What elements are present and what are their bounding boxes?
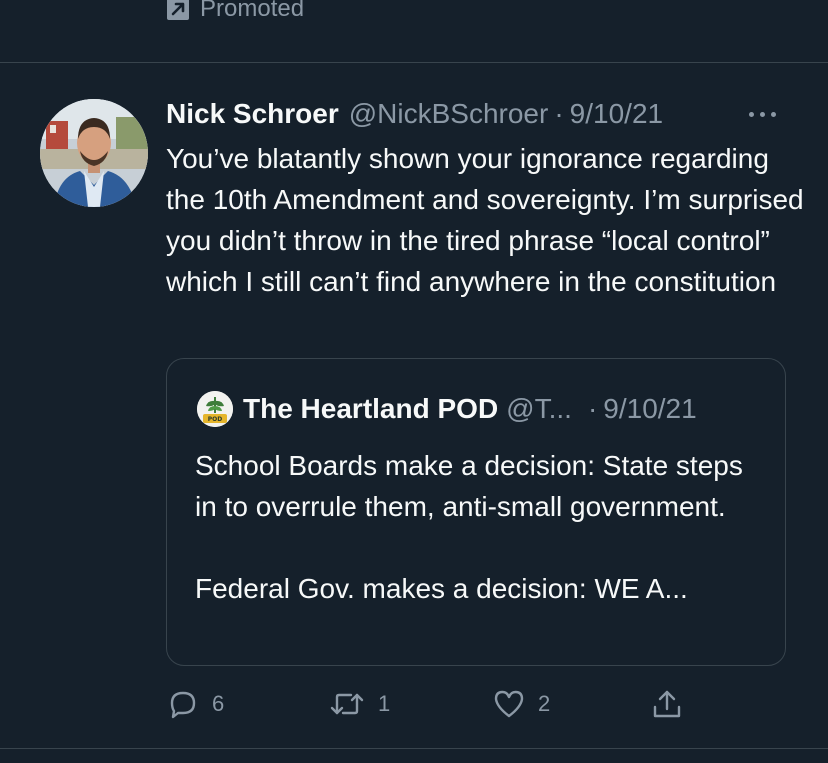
avatar[interactable]	[40, 99, 148, 207]
quoted-tweet[interactable]: POD The Heartland POD @T... · 9/10/21 Sc…	[166, 358, 786, 666]
quoted-tweet-date[interactable]: 9/10/21	[603, 393, 696, 425]
share-button[interactable]	[650, 684, 684, 724]
reply-count: 6	[212, 691, 225, 716]
heartland-pod-logo: POD	[197, 391, 233, 427]
svg-text:POD: POD	[208, 416, 222, 423]
quoted-tweet-header: POD The Heartland POD @T... · 9/10/21	[197, 389, 755, 429]
tweet-text: You’ve blatantly shown your ignorance re…	[166, 143, 804, 297]
tweet-header: Nick Schroer @NickBSchroer · 9/10/21	[166, 96, 788, 132]
promoted-text: Promoted	[200, 0, 305, 22]
quoted-author-handle[interactable]: @T...	[506, 393, 572, 425]
like-count: 2	[538, 691, 551, 716]
retweet-button[interactable]: 1	[328, 684, 390, 724]
retweet-count: 1	[378, 691, 391, 716]
quoted-tweet-text: School Boards make a decision: State ste…	[195, 445, 765, 609]
promoted-arrow-icon	[166, 0, 190, 21]
retweet-icon	[328, 687, 366, 721]
more-horizontal-icon[interactable]	[749, 96, 776, 132]
separator-dot: ·	[587, 393, 598, 424]
like-button[interactable]: 2	[492, 684, 550, 724]
divider	[0, 748, 828, 749]
quoted-text-line2: Federal Gov. makes a decision: WE A...	[195, 573, 688, 604]
divider	[0, 62, 828, 63]
separator-dot: ·	[554, 98, 564, 129]
tweet-actions: 6 1 2	[166, 684, 726, 724]
like-icon	[492, 687, 526, 721]
quoted-author-name[interactable]: The Heartland POD	[243, 393, 498, 425]
quoted-text-line1: School Boards make a decision: State ste…	[195, 450, 743, 522]
author-name[interactable]: Nick Schroer	[166, 98, 339, 130]
share-icon	[650, 687, 684, 721]
author-handle[interactable]: @NickBSchroer	[349, 98, 549, 130]
reply-icon	[166, 687, 200, 721]
reply-button[interactable]: 6	[166, 684, 224, 724]
promoted-label: Promoted	[166, 0, 304, 24]
tweet-date[interactable]: 9/10/21	[570, 98, 663, 130]
